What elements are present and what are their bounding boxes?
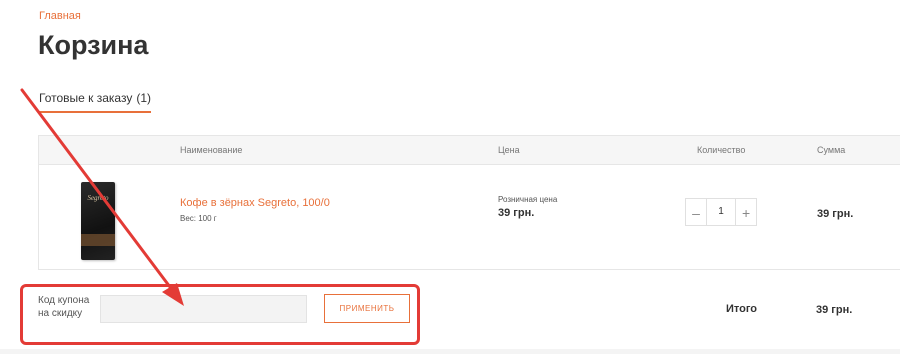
product-name-link[interactable]: Кофе в зёрнах Segreto, 100/0 — [180, 197, 330, 209]
breadcrumb-home-link[interactable]: Главная — [39, 10, 81, 22]
quantity-increase-button[interactable]: + — [735, 198, 757, 226]
product-weight: Вес: 100 г — [180, 214, 217, 223]
quantity-decrease-button[interactable]: – — [685, 198, 707, 226]
annotation-highlight-box — [20, 284, 420, 345]
price-label: Розничная цена — [498, 195, 558, 204]
product-image-band — [81, 234, 115, 246]
footer-divider — [0, 349, 900, 354]
tab-ready-label: Готовые к заказу — [39, 91, 133, 105]
row-sum-value: 39 грн. — [817, 208, 854, 220]
quantity-value[interactable]: 1 — [707, 198, 735, 226]
page-title: Корзина — [38, 30, 149, 60]
product-image[interactable]: Segreto — [81, 182, 115, 260]
tab-ready-to-order[interactable]: Готовые к заказу (1) — [39, 91, 151, 113]
table-header-row: Наименование Цена Количество Сумма — [39, 136, 900, 165]
total-label: Итого — [726, 303, 758, 315]
quantity-stepper: – 1 + — [685, 198, 757, 226]
cart-page: Главная Корзина Готовые к заказу (1) Наим… — [0, 0, 900, 354]
cart-table: Наименование Цена Количество Сумма Segre… — [38, 135, 900, 270]
product-image-brand: Segreto — [87, 194, 109, 202]
price-value: 39 грн. — [498, 207, 535, 219]
tab-ready-count: (1) — [136, 91, 151, 105]
column-header-sum: Сумма — [817, 145, 846, 155]
column-header-quantity: Количество — [697, 145, 746, 155]
total-value: 39 грн. — [816, 304, 853, 316]
column-header-name: Наименование — [180, 145, 243, 155]
column-header-price: Цена — [498, 145, 520, 155]
